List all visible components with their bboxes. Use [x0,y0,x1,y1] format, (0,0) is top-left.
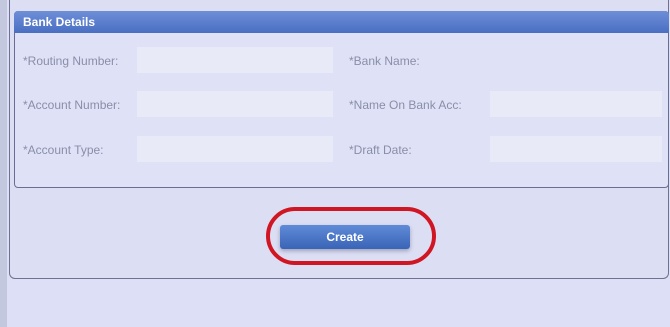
account-number-input[interactable] [137,91,333,117]
bank-name-label: *Bank Name: [349,54,420,68]
account-type-input[interactable] [137,136,333,162]
name-on-bank-acc-label: *Name On Bank Acc: [349,98,462,112]
routing-number-label: *Routing Number: [23,54,119,68]
page-left-edge [0,0,7,327]
draft-date-label: *Draft Date: [349,143,412,157]
routing-number-input[interactable] [137,47,333,73]
account-number-label: *Account Number: [23,98,121,112]
draft-date-input[interactable] [490,136,662,162]
name-on-bank-acc-input[interactable] [490,91,662,117]
account-type-label: *Account Type: [23,143,104,157]
section-header: Bank Details [14,11,669,33]
create-button[interactable]: Create [280,225,410,249]
